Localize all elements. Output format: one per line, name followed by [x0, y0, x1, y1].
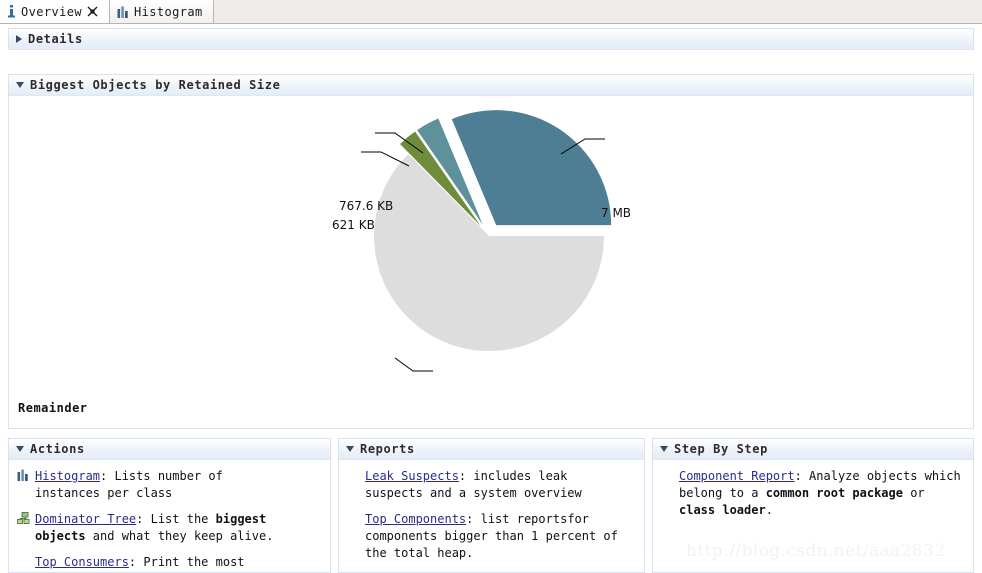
chevron-down-icon[interactable]: [16, 82, 24, 88]
section-reports: Reports Leak Suspects: includes leak susp…: [338, 438, 645, 573]
action-item-histogram-rest2: instances per class: [35, 486, 173, 500]
chevron-right-icon[interactable]: [16, 35, 22, 43]
remainder-label: Remainder: [18, 401, 88, 415]
section-reports-header[interactable]: Reports: [339, 439, 644, 460]
section-actions-header[interactable]: Actions: [9, 439, 330, 460]
section-reports-title: Reports: [360, 442, 415, 456]
link-leak-suspects[interactable]: Leak Suspects: [365, 469, 459, 483]
section-biggest-objects-header[interactable]: Biggest Objects by Retained Size: [9, 75, 973, 96]
reports-list: Leak Suspects: includes leak suspects and…: [339, 460, 644, 562]
step-item-component-report[interactable]: Component Report: Analyze objects which …: [679, 468, 965, 519]
section-actions: Actions Histogram: Lists number of instan…: [8, 438, 331, 573]
actions-list: Histogram: Lists number of instances per …: [9, 460, 330, 571]
chevron-down-icon[interactable]: [346, 446, 354, 452]
action-item-histogram-rest: : Lists number of: [100, 469, 223, 483]
tab-bar: Overview Histogram: [0, 0, 982, 24]
section-biggest-objects: Biggest Objects by Retained Size 767.6 K…: [8, 74, 975, 482]
close-icon[interactable]: [87, 6, 98, 17]
step-by-step-list: Component Report: Analyze objects which …: [653, 460, 973, 519]
action-item-dominator-tree[interactable]: Dominator Tree: List the biggest objects…: [17, 511, 322, 545]
action-item-top-consumers[interactable]: Top Consumers: Print the most: [17, 554, 322, 571]
report-item-leak-suspects-text: Leak Suspects: includes leak suspects and…: [365, 468, 582, 502]
info-icon: [7, 5, 16, 18]
action-item-dominator-rest2: and what they keep alive.: [85, 529, 274, 543]
report-item-top-components-text: Top Components: list reportsfor componen…: [365, 511, 636, 562]
link-top-consumers[interactable]: Top Consumers: [35, 555, 129, 569]
section-details: Details: [8, 28, 974, 50]
report-item-top-components[interactable]: Top Components: list reportsfor componen…: [365, 511, 636, 562]
link-component-report[interactable]: Component Report: [679, 469, 795, 483]
tab-histogram[interactable]: Histogram: [110, 0, 214, 23]
section-step-by-step: Step By Step Component Report: Analyze o…: [652, 438, 974, 573]
link-top-components[interactable]: Top Components: [365, 512, 466, 526]
chevron-down-icon[interactable]: [16, 446, 24, 452]
report-topcomp-rest1: : list reports: [466, 512, 568, 526]
report-item-leak-suspects[interactable]: Leak Suspects: includes leak suspects and…: [365, 468, 636, 502]
pie-chart-panel: 767.6 KB 621 KB 7 MB 14 MB Total: 22.4 M…: [9, 96, 975, 482]
step-bold2: class loader: [679, 503, 766, 517]
section-actions-title: Actions: [30, 442, 85, 456]
step-rest3: .: [765, 503, 773, 517]
pie-label-621kb: 621 KB: [332, 218, 375, 232]
step-item-component-report-text: Component Report: Analyze objects which …: [679, 468, 965, 519]
link-dominator-tree[interactable]: Dominator Tree: [35, 512, 136, 526]
section-details-title: Details: [28, 32, 83, 46]
action-item-dominator-rest1: : List the: [136, 512, 216, 526]
action-item-top-consumers-rest: : Print the most: [128, 555, 245, 569]
histogram-icon: [117, 6, 129, 18]
action-item-histogram[interactable]: Histogram: Lists number of instances per …: [17, 468, 322, 502]
action-item-dominator-tree-text: Dominator Tree: List the biggest objects…: [35, 511, 322, 545]
tab-overview-label: Overview: [21, 4, 82, 19]
section-details-header[interactable]: Details: [9, 29, 973, 50]
dominator-tree-icon: [17, 512, 35, 526]
link-histogram[interactable]: Histogram: [35, 469, 100, 483]
tab-overview[interactable]: Overview: [0, 0, 110, 23]
action-item-top-consumers-text: Top Consumers: Print the most: [35, 554, 245, 571]
histogram-icon: [17, 469, 35, 483]
report-leak-rest1: : includes leak: [458, 469, 568, 483]
section-step-by-step-title: Step By Step: [674, 442, 768, 456]
step-rest2: or: [902, 486, 925, 500]
pie-chart-svg[interactable]: [9, 96, 975, 428]
pie-label-7mb: 7 MB: [601, 206, 632, 220]
spacer-icon: [17, 555, 35, 569]
report-leak-rest2: suspects and a system overview: [365, 486, 582, 500]
pie-label-767kb: 767.6 KB: [339, 199, 394, 213]
chevron-down-icon[interactable]: [660, 446, 668, 452]
pie-chart[interactable]: 767.6 KB 621 KB 7 MB 14 MB Total: 22.4 M…: [9, 96, 975, 482]
step-bold1: common root package: [765, 486, 903, 500]
action-item-histogram-text: Histogram: Lists number of instances per …: [35, 468, 223, 502]
section-biggest-objects-title: Biggest Objects by Retained Size: [30, 78, 281, 92]
tab-histogram-label: Histogram: [134, 4, 203, 19]
section-step-by-step-header[interactable]: Step By Step: [653, 439, 973, 460]
